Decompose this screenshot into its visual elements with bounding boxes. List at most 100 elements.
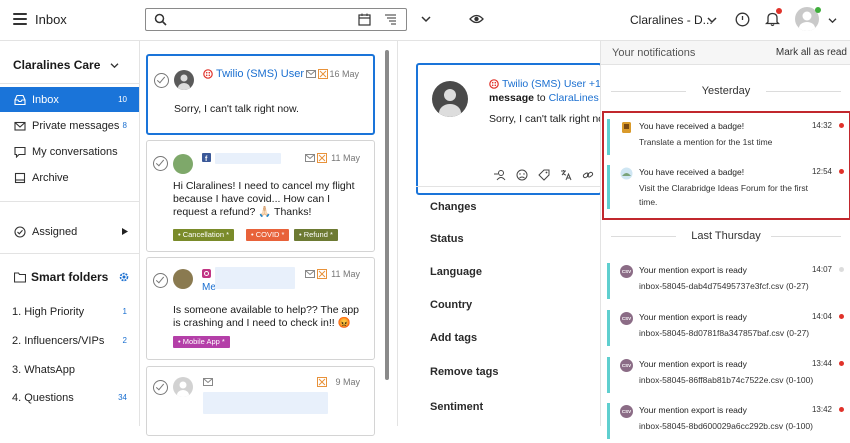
sidebar-item-my-conversations[interactable]: My conversations [0, 139, 139, 164]
conversation-card[interactable]: Twilio (SMS) User 16 May Sorry, I can't … [146, 54, 375, 135]
notifications-title: Your notifications [612, 47, 696, 59]
assign-user-icon[interactable] [494, 169, 506, 181]
clock-icon[interactable] [735, 12, 750, 27]
brand-selector[interactable]: Claralines - D... [630, 13, 713, 27]
translate-icon[interactable] [560, 169, 572, 181]
top-bar: Inbox Claralines - D... [0, 0, 850, 41]
folder-high-priority[interactable]: 1. High Priority 1 [0, 299, 139, 324]
tag-cancellation[interactable]: • Cancellation * [173, 229, 234, 241]
conversation-list: Twilio (SMS) User 16 May Sorry, I can't … [140, 41, 398, 436]
eye-icon[interactable] [469, 13, 484, 25]
divider [0, 253, 139, 254]
conversation-date: 11 May [331, 153, 360, 163]
folder-questions[interactable]: 4. Questions 34 [0, 385, 139, 410]
inbox-count: 10 [118, 95, 127, 104]
field-language[interactable]: Language [430, 266, 482, 278]
link-icon[interactable] [582, 169, 594, 181]
conversation-card[interactable]: f 11 May Hi Claralines! I need to cancel… [146, 140, 375, 252]
check-circle-icon[interactable] [154, 73, 169, 88]
notification-item[interactable]: CSV Your mention export is ready inbox-5… [607, 261, 847, 303]
notification-time: 13:44 [811, 359, 832, 368]
sender-name[interactable]: Twilio (SMS) User [216, 68, 304, 80]
field-sentiment[interactable]: Sentiment [430, 401, 483, 413]
tag-covid[interactable]: • COVID * [246, 229, 290, 241]
field-add-tags[interactable]: Add tags [430, 332, 477, 344]
chevron-down-icon[interactable] [421, 15, 431, 23]
field-country[interactable]: Country [430, 299, 472, 311]
search-input[interactable] [145, 8, 407, 31]
message-card[interactable]: Twilio (SMS) User +14 message to ClaraLi… [416, 63, 607, 195]
search-icon [154, 13, 167, 26]
field-remove-tags[interactable]: Remove tags [430, 366, 498, 378]
sidebar-item-private-messages[interactable]: Private messages 8 [0, 113, 139, 138]
changes-title: Changes [430, 201, 477, 213]
folder-label: 3. WhatsApp [12, 363, 75, 376]
inbox-icon [14, 94, 26, 105]
menu-icon[interactable] [13, 13, 27, 25]
notification-item[interactable]: CSV Your mention export is ready inbox-5… [607, 401, 847, 443]
flag-icon [317, 269, 327, 279]
sentiment-icon[interactable] [516, 169, 528, 181]
chevron-down-icon[interactable] [110, 62, 119, 69]
mark-all-read-link[interactable]: Mark all as read [776, 47, 847, 58]
unread-dot[interactable] [839, 361, 844, 366]
sidebar-item-inbox[interactable]: Inbox 10 [0, 87, 139, 112]
mail-icon [14, 121, 26, 131]
check-circle-icon[interactable] [153, 273, 168, 288]
folder-label: 4. Questions [12, 391, 74, 404]
notification-item[interactable]: CSV Your mention export is ready inbox-5… [607, 355, 847, 397]
gear-icon[interactable] [118, 271, 130, 283]
avatar [174, 70, 194, 90]
sidebar-item-archive[interactable]: Archive [0, 165, 139, 190]
avatar [432, 81, 468, 117]
notification-time: 13:42 [811, 405, 832, 414]
notification-item[interactable]: CSV Your mention export is ready inbox-5… [607, 308, 847, 350]
twilio-icon [489, 79, 499, 89]
read-dot[interactable] [839, 267, 844, 272]
conversation-card[interactable]: Me 11 May Is someone available to help??… [146, 257, 375, 360]
sidebar-item-label: Inbox [32, 93, 59, 106]
unread-dot[interactable] [839, 314, 844, 319]
conversation-date: 16 May [329, 69, 359, 79]
mail-icon [306, 70, 316, 78]
filter-icon[interactable] [384, 13, 397, 26]
notification-title: Your mention export is ready [639, 265, 747, 275]
chevron-down-icon[interactable] [707, 16, 717, 24]
sidebar-item-label: Archive [32, 171, 69, 184]
notification-accent-bar [607, 263, 610, 299]
conversation-date: 9 May [335, 377, 360, 387]
redacted-name [215, 267, 295, 289]
sender-name[interactable]: Me [202, 282, 216, 293]
detail-sender[interactable]: Twilio (SMS) User +14 [502, 78, 607, 90]
tag-refund[interactable]: • Refund * [294, 229, 338, 241]
csv-icon: CSV [620, 359, 633, 372]
unread-dot[interactable] [839, 407, 844, 412]
avatar [173, 377, 193, 397]
detail-message-header: message to ClaraLines ( [489, 92, 605, 104]
to-brand[interactable]: ClaraLines [549, 92, 599, 104]
folder-influencers-vips[interactable]: 2. Influencers/VIPs 2 [0, 328, 139, 353]
tag-icon[interactable] [538, 169, 550, 181]
tag-mobile-app[interactable]: • Mobile App * [173, 336, 230, 348]
workspace-name[interactable]: Claralines Care [13, 58, 100, 72]
smart-folders-label: Smart folders [31, 270, 109, 284]
notification-title: Your mention export is ready [639, 359, 747, 369]
csv-icon: CSV [620, 312, 633, 325]
field-status[interactable]: Status [430, 233, 464, 245]
check-circle-icon[interactable] [153, 156, 168, 171]
folder-icon [14, 272, 26, 283]
check-circle-icon[interactable] [153, 380, 168, 395]
scrollbar[interactable] [385, 50, 389, 380]
chevron-down-icon[interactable] [828, 17, 837, 24]
mail-icon [305, 154, 315, 162]
to-label: to [536, 92, 546, 104]
notification-title: Your mention export is ready [639, 405, 747, 415]
conversation-detail: Twilio (SMS) User +14 message to ClaraLi… [398, 41, 607, 426]
sidebar-item-assigned[interactable]: Assigned [0, 219, 139, 244]
caret-right-icon [122, 228, 128, 235]
notification-detail: inbox-58045-8d0781f8a347857baf.csv (0-27… [639, 328, 810, 338]
notification-accent-bar [607, 403, 610, 439]
folder-count: 1 [122, 307, 127, 316]
folder-whatsapp[interactable]: 3. WhatsApp [0, 357, 139, 382]
calendar-icon[interactable] [358, 13, 371, 26]
